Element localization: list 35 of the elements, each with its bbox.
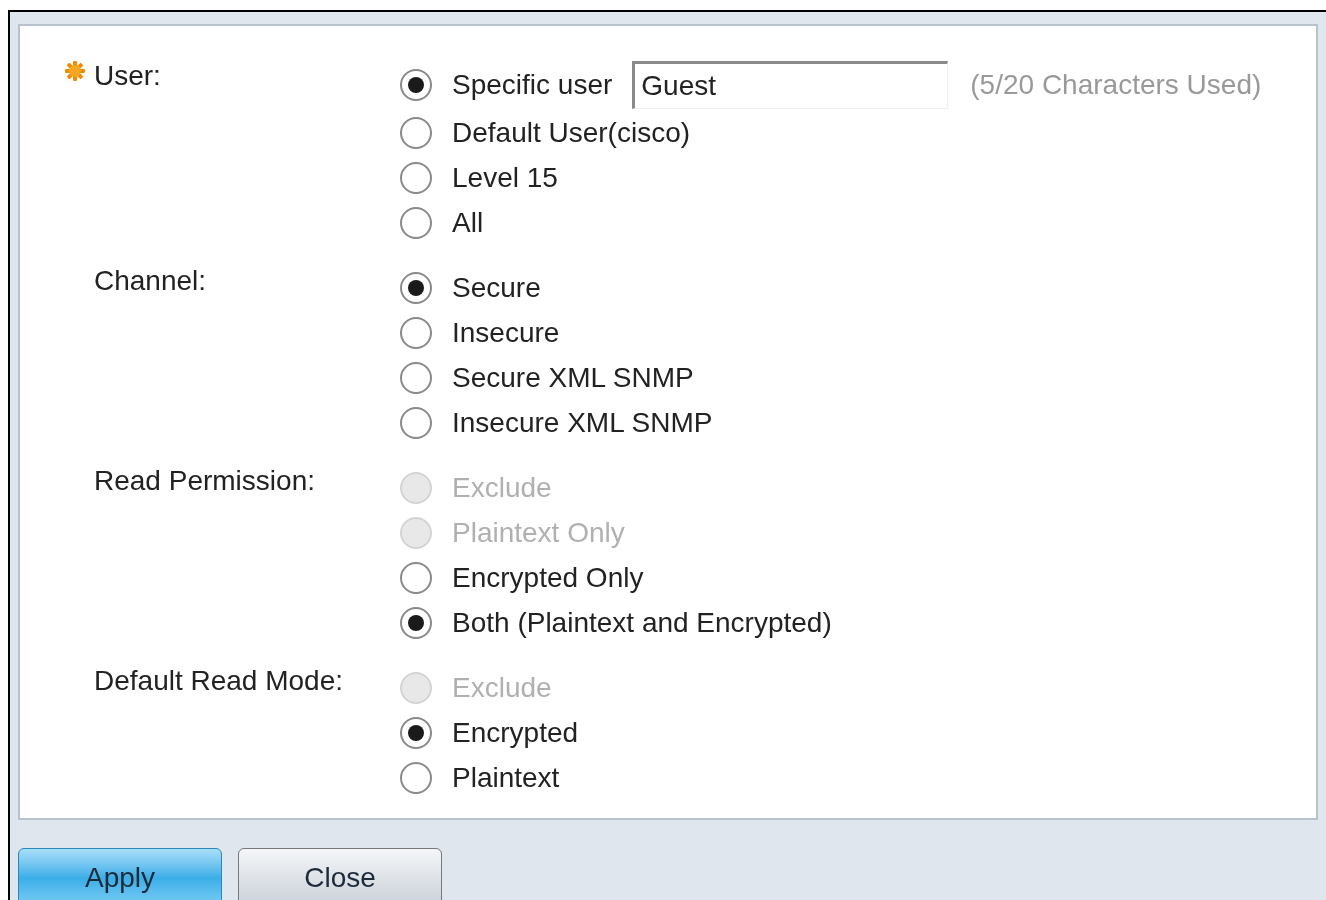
radio-button[interactable] [400,69,432,101]
option-label: Secure XML SNMP [452,361,694,394]
radio-button[interactable] [400,561,432,594]
radio-button[interactable] [400,761,432,794]
option-label: Default User(cisco) [452,116,691,149]
field-label: Read Permission: [94,465,315,497]
option-label: Insecure XML SNMP [452,406,713,439]
option-label: Encrypted [452,716,579,749]
option-label: Both (Plaintext and Encrypted) [452,606,832,639]
field-label: User: [94,60,161,92]
close-button[interactable]: Close [238,848,442,900]
radio-button[interactable] [400,206,432,239]
field-label: Channel: [94,265,207,297]
apply-button[interactable]: Apply [18,848,222,900]
radio-button[interactable] [400,606,432,639]
radio-button[interactable] [400,316,432,349]
option-label: Encrypted Only [452,561,644,594]
field-label: Default Read Mode: [94,665,344,697]
option-label: Secure [452,271,541,304]
radio-button[interactable] [400,116,432,149]
option-label: Plaintext Only [452,516,625,549]
option-label: Specific user [452,69,613,101]
radio-button[interactable] [400,716,432,749]
option-label: Exclude [452,471,552,504]
radio-button[interactable] [400,406,432,439]
radio-button[interactable] [400,361,432,394]
user-name-field[interactable]: Guest [632,61,949,109]
character-count: (5/20 Characters Used) [970,68,1262,102]
option-label: Plaintext [452,761,560,794]
option-label: Level 15 [452,161,558,194]
radio-button[interactable] [400,161,432,194]
option-label: Insecure [452,316,560,349]
option-label: All [452,206,484,239]
radio-button[interactable] [400,271,432,304]
option-label: Exclude [452,671,552,704]
